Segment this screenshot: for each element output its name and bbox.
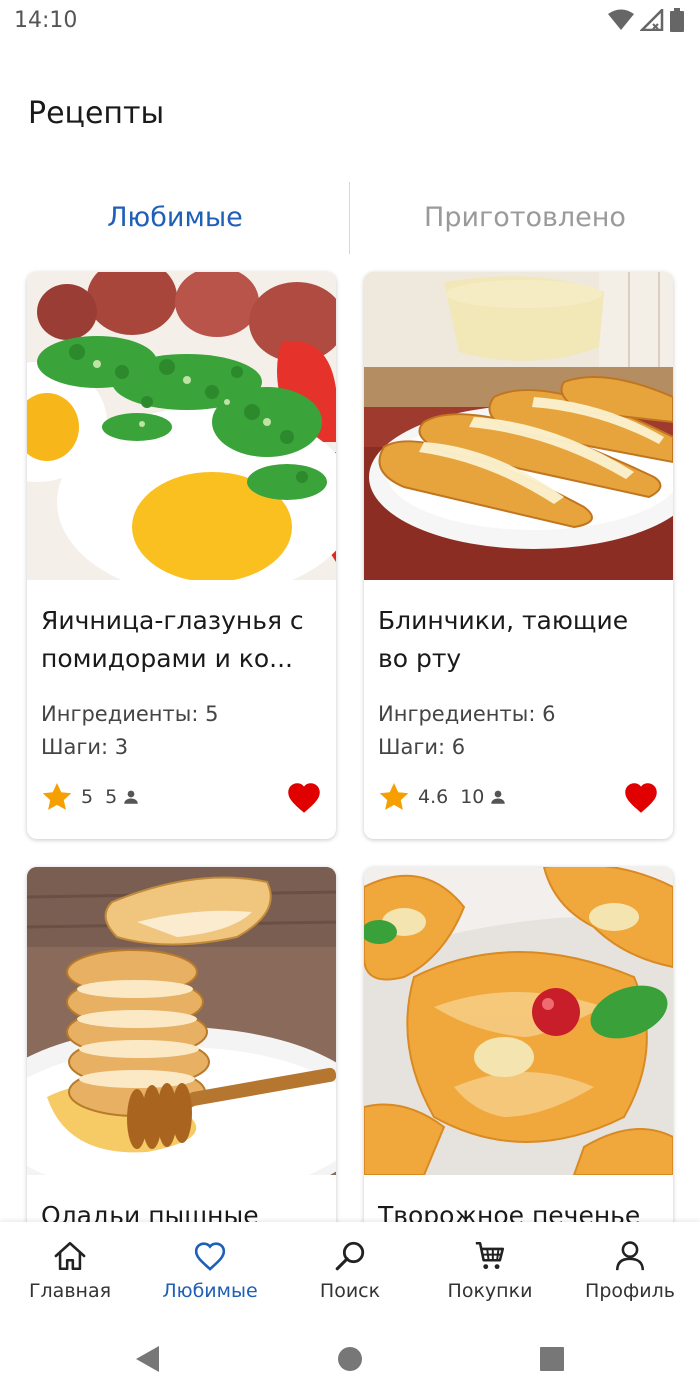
recipe-title: Блинчики, тающие во рту bbox=[378, 606, 629, 673]
nav-shopping[interactable]: Покупки bbox=[420, 1222, 560, 1318]
recipe-image-pancakes bbox=[364, 272, 673, 580]
nav-label: Покупки bbox=[447, 1280, 533, 1302]
recipe-title: Яичница-глазунья с помидорами и ко... bbox=[41, 606, 304, 673]
star-icon bbox=[379, 783, 409, 810]
recipe-ingredients: Ингредиенты: 6 bbox=[378, 702, 556, 726]
recipe-card[interactable]: Яичница-глазунья с помидорами и ко... Ин… bbox=[27, 272, 336, 839]
back-triangle-icon bbox=[136, 1346, 159, 1372]
status-time: 14:10 bbox=[14, 8, 78, 33]
system-home-button[interactable] bbox=[333, 1342, 367, 1376]
servings-value: 10 bbox=[460, 786, 485, 808]
rating-value: 5 bbox=[81, 786, 94, 808]
home-circle-icon bbox=[338, 1347, 362, 1371]
nav-label: Главная bbox=[28, 1280, 112, 1302]
servings-value: 5 bbox=[105, 786, 118, 808]
system-recents-button[interactable] bbox=[535, 1342, 569, 1376]
status-icons bbox=[608, 8, 684, 32]
favorite-button[interactable] bbox=[623, 779, 659, 815]
heart-icon bbox=[192, 1238, 228, 1274]
nav-profile[interactable]: Профиль bbox=[560, 1222, 700, 1318]
system-navigation-bar bbox=[0, 1318, 700, 1400]
recipe-ingredients: Ингредиенты: 5 bbox=[41, 702, 219, 726]
recipe-image-fried-eggs bbox=[27, 272, 336, 580]
heart-filled-icon bbox=[625, 783, 657, 813]
tab-favorites[interactable]: Любимые bbox=[0, 180, 350, 254]
page-title: Рецепты bbox=[28, 96, 165, 131]
recipe-card[interactable]: Творожное печенье bbox=[364, 867, 673, 1267]
nav-label: Поиск bbox=[319, 1280, 381, 1302]
bottom-navigation: Главная Любимые Поиск Покупки Профиль bbox=[0, 1222, 700, 1318]
recents-square-icon bbox=[540, 1347, 564, 1371]
nav-home[interactable]: Главная bbox=[0, 1222, 140, 1318]
heart-filled-icon bbox=[288, 783, 320, 813]
person-icon bbox=[124, 790, 138, 804]
recipe-rating: 4.6 bbox=[378, 781, 448, 813]
person-icon bbox=[491, 790, 506, 804]
nav-label: Любимые bbox=[162, 1280, 258, 1302]
recipe-image-cottage-cookies bbox=[364, 867, 673, 1175]
home-icon bbox=[52, 1238, 88, 1274]
nav-search[interactable]: Поиск bbox=[280, 1222, 420, 1318]
recipe-rating: 5 bbox=[41, 781, 93, 813]
recipe-steps: Шаги: 3 bbox=[41, 735, 129, 759]
favorite-button[interactable] bbox=[286, 779, 322, 815]
nav-label: Профиль bbox=[585, 1280, 675, 1302]
tab-cooked[interactable]: Приготовлено bbox=[350, 180, 700, 254]
profile-icon bbox=[612, 1238, 648, 1274]
recipe-steps: Шаги: 6 bbox=[378, 735, 466, 759]
system-back-button[interactable] bbox=[130, 1342, 164, 1376]
recipe-servings: 5 bbox=[105, 786, 140, 808]
recipe-image-fritters bbox=[27, 867, 336, 1175]
cellular-signal-icon bbox=[640, 9, 664, 31]
recipe-footer: 5 5 bbox=[41, 777, 322, 817]
star-icon bbox=[42, 783, 72, 810]
rating-value: 4.6 bbox=[418, 786, 449, 808]
nav-favorites[interactable]: Любимые bbox=[140, 1222, 280, 1318]
recipe-servings: 10 bbox=[460, 786, 507, 808]
recipe-card[interactable]: Оладьи пышные bbox=[27, 867, 336, 1267]
battery-icon bbox=[670, 8, 684, 32]
wifi-icon bbox=[608, 9, 634, 30]
tab-bar: Любимые Приготовлено bbox=[0, 180, 700, 254]
recipe-footer: 4.6 10 bbox=[378, 777, 659, 817]
search-icon bbox=[332, 1238, 368, 1274]
status-bar: 14:10 bbox=[0, 0, 700, 42]
cart-icon bbox=[472, 1238, 508, 1274]
recipe-card[interactable]: Блинчики, тающие во рту Ингредиенты: 6 Ш… bbox=[364, 272, 673, 839]
